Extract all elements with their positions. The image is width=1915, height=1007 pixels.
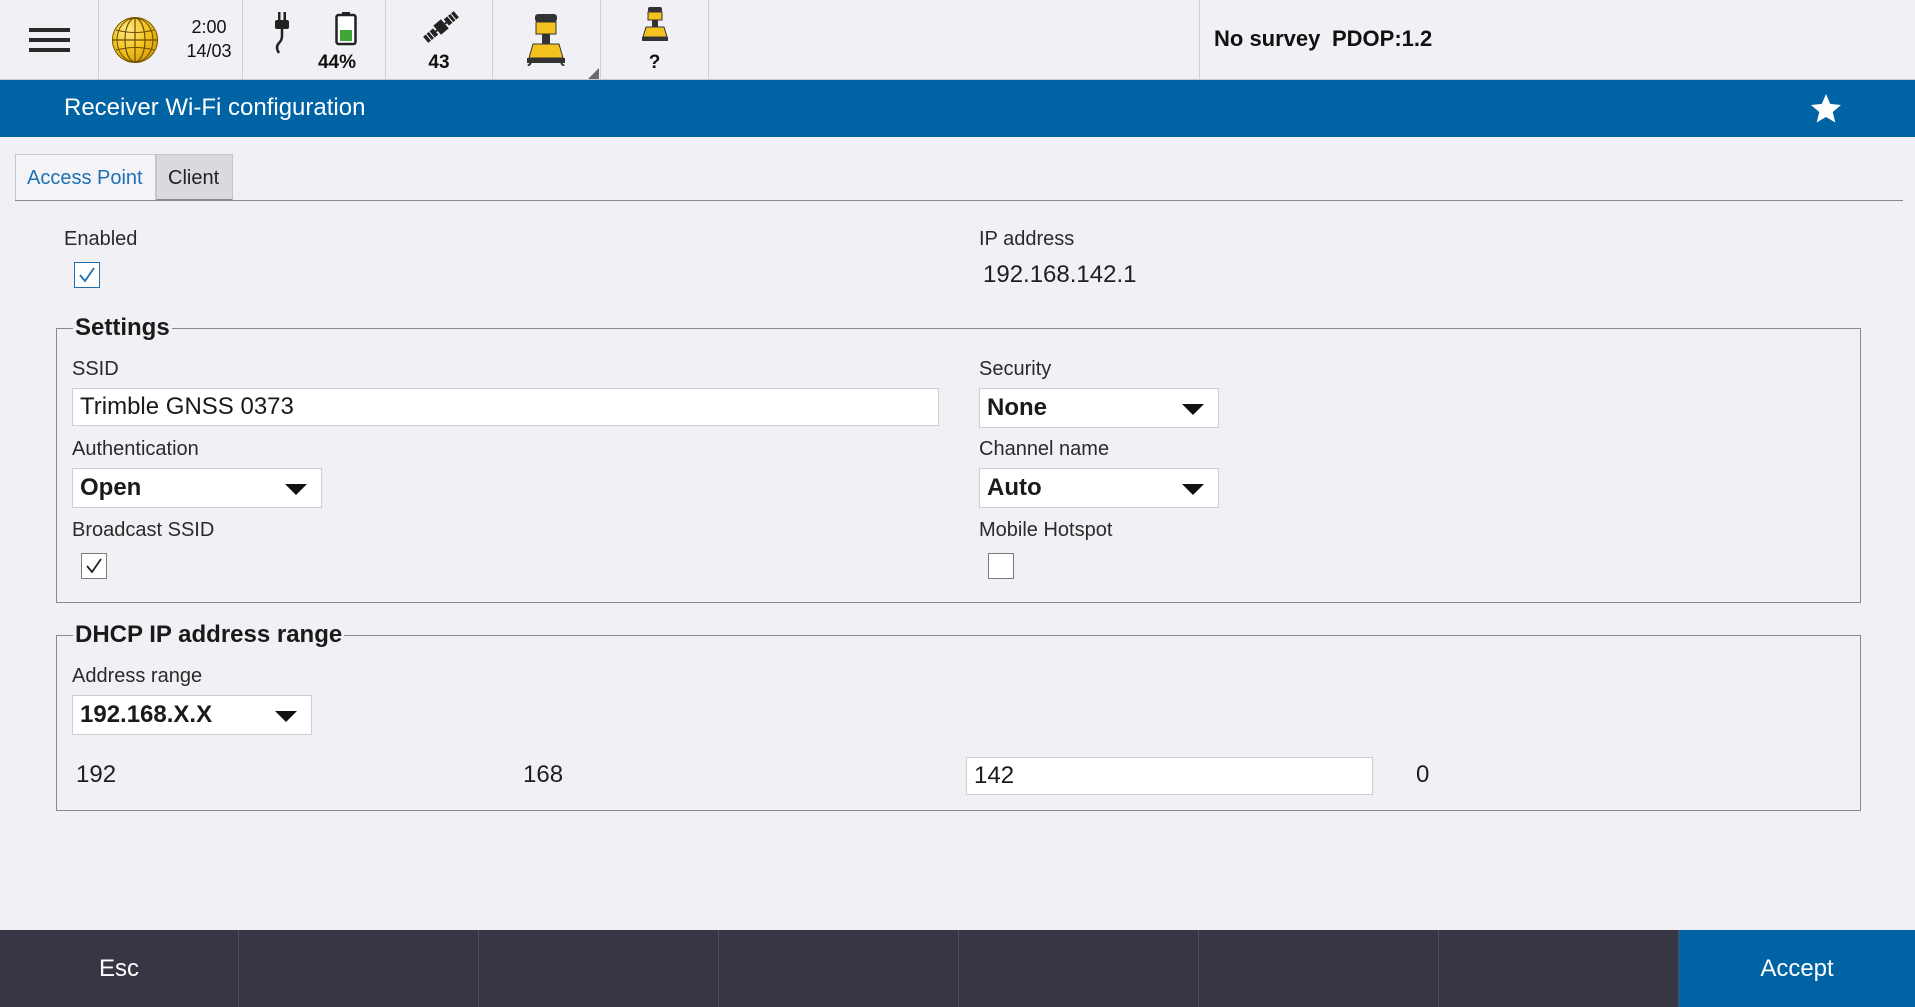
softkey-empty-5[interactable] (1199, 930, 1439, 1007)
softkey-empty-1[interactable] (239, 930, 479, 1007)
survey-status-text: No survey (1214, 26, 1321, 51)
ip-octet-1: 192 (76, 761, 117, 788)
globe-icon (112, 17, 158, 63)
tab-divider (15, 200, 1903, 201)
job-globe-button[interactable] (99, 0, 175, 79)
esc-button[interactable]: Esc (0, 930, 239, 1007)
ip-address-label: IP address (979, 228, 1075, 250)
status-bar: 2:00 14/03 44% 43 ? No survey PDOP:1.2 (0, 0, 1915, 80)
battery-percent: 44% (317, 52, 357, 73)
pdop-text: PDOP:1.2 (1332, 26, 1433, 51)
date-text: 14/03 (186, 41, 232, 61)
enabled-label: Enabled (64, 228, 138, 250)
ip-octet-4: 0 (1416, 761, 1430, 788)
address-range-value: 192.168.X.X (80, 701, 213, 728)
ip-address-value: 192.168.142.1 (983, 261, 1137, 288)
softkey-empty-2[interactable] (479, 930, 719, 1007)
enabled-checkbox[interactable] (74, 262, 100, 288)
channel-name-value: Auto (987, 474, 1042, 501)
ssid-input[interactable]: Trimble GNSS 0373 (72, 388, 939, 426)
address-range-label: Address range (72, 665, 203, 687)
authentication-value: Open (80, 474, 142, 501)
ip-octet-2: 168 (523, 761, 564, 788)
authentication-select[interactable]: Open (72, 468, 322, 508)
more-indicator-icon (588, 68, 599, 79)
gnss-receiver-icon (641, 7, 669, 48)
softkey-empty-6[interactable] (1439, 930, 1679, 1007)
mobile-hotspot-checkbox[interactable] (988, 553, 1014, 579)
menu-button[interactable] (0, 0, 99, 79)
broadcast-ssid-label: Broadcast SSID (72, 519, 215, 541)
receiver-button[interactable] (493, 0, 601, 79)
ssid-label: SSID (72, 358, 119, 380)
ip-octet-3-input[interactable]: 142 (966, 757, 1373, 795)
security-value: None (987, 394, 1047, 421)
gnss-receiver-icon (525, 14, 567, 71)
settings-legend: Settings (73, 314, 172, 342)
channel-name-select[interactable]: Auto (979, 468, 1219, 508)
dhcp-group (56, 635, 1861, 811)
authentication-label: Authentication (72, 438, 199, 460)
settings-group (56, 328, 1861, 603)
mobile-hotspot-label: Mobile Hotspot (979, 519, 1113, 541)
time-text: 2:00 (191, 17, 227, 37)
chevron-down-icon (285, 484, 307, 495)
softkey-empty-4[interactable] (959, 930, 1199, 1007)
channel-name-label: Channel name (979, 438, 1110, 460)
dhcp-legend: DHCP IP address range (73, 621, 345, 649)
chevron-down-icon (1182, 404, 1204, 415)
security-select[interactable]: None (979, 388, 1219, 428)
page-title: Receiver Wi-Fi configuration (64, 94, 366, 121)
address-range-select[interactable]: 192.168.X.X (72, 695, 312, 735)
satellites-button[interactable]: 43 (386, 0, 493, 79)
time-date-display[interactable]: 2:00 14/03 (176, 0, 243, 79)
second-receiver-status: ? (648, 52, 661, 73)
chevron-down-icon (1182, 484, 1204, 495)
favorite-star-icon[interactable] (1808, 91, 1844, 127)
accept-button[interactable]: Accept (1679, 930, 1915, 1007)
second-receiver-button[interactable]: ? (601, 0, 709, 79)
title-bar: Receiver Wi-Fi configuration (0, 80, 1915, 137)
satellite-count: 43 (428, 52, 450, 73)
tab-access-point[interactable]: Access Point (15, 154, 156, 200)
chevron-down-icon (275, 711, 297, 722)
security-label: Security (979, 358, 1052, 380)
broadcast-ssid-checkbox[interactable] (81, 553, 107, 579)
power-status-button[interactable]: 44% (243, 0, 386, 79)
softkey-empty-3[interactable] (719, 930, 959, 1007)
survey-status-area[interactable]: No survey PDOP:1.2 (1199, 0, 1915, 79)
softkey-bar: Esc Accept (0, 930, 1915, 1007)
satellite-icon (420, 6, 462, 53)
tab-client[interactable]: Client (156, 154, 233, 200)
battery-icon (335, 12, 357, 51)
